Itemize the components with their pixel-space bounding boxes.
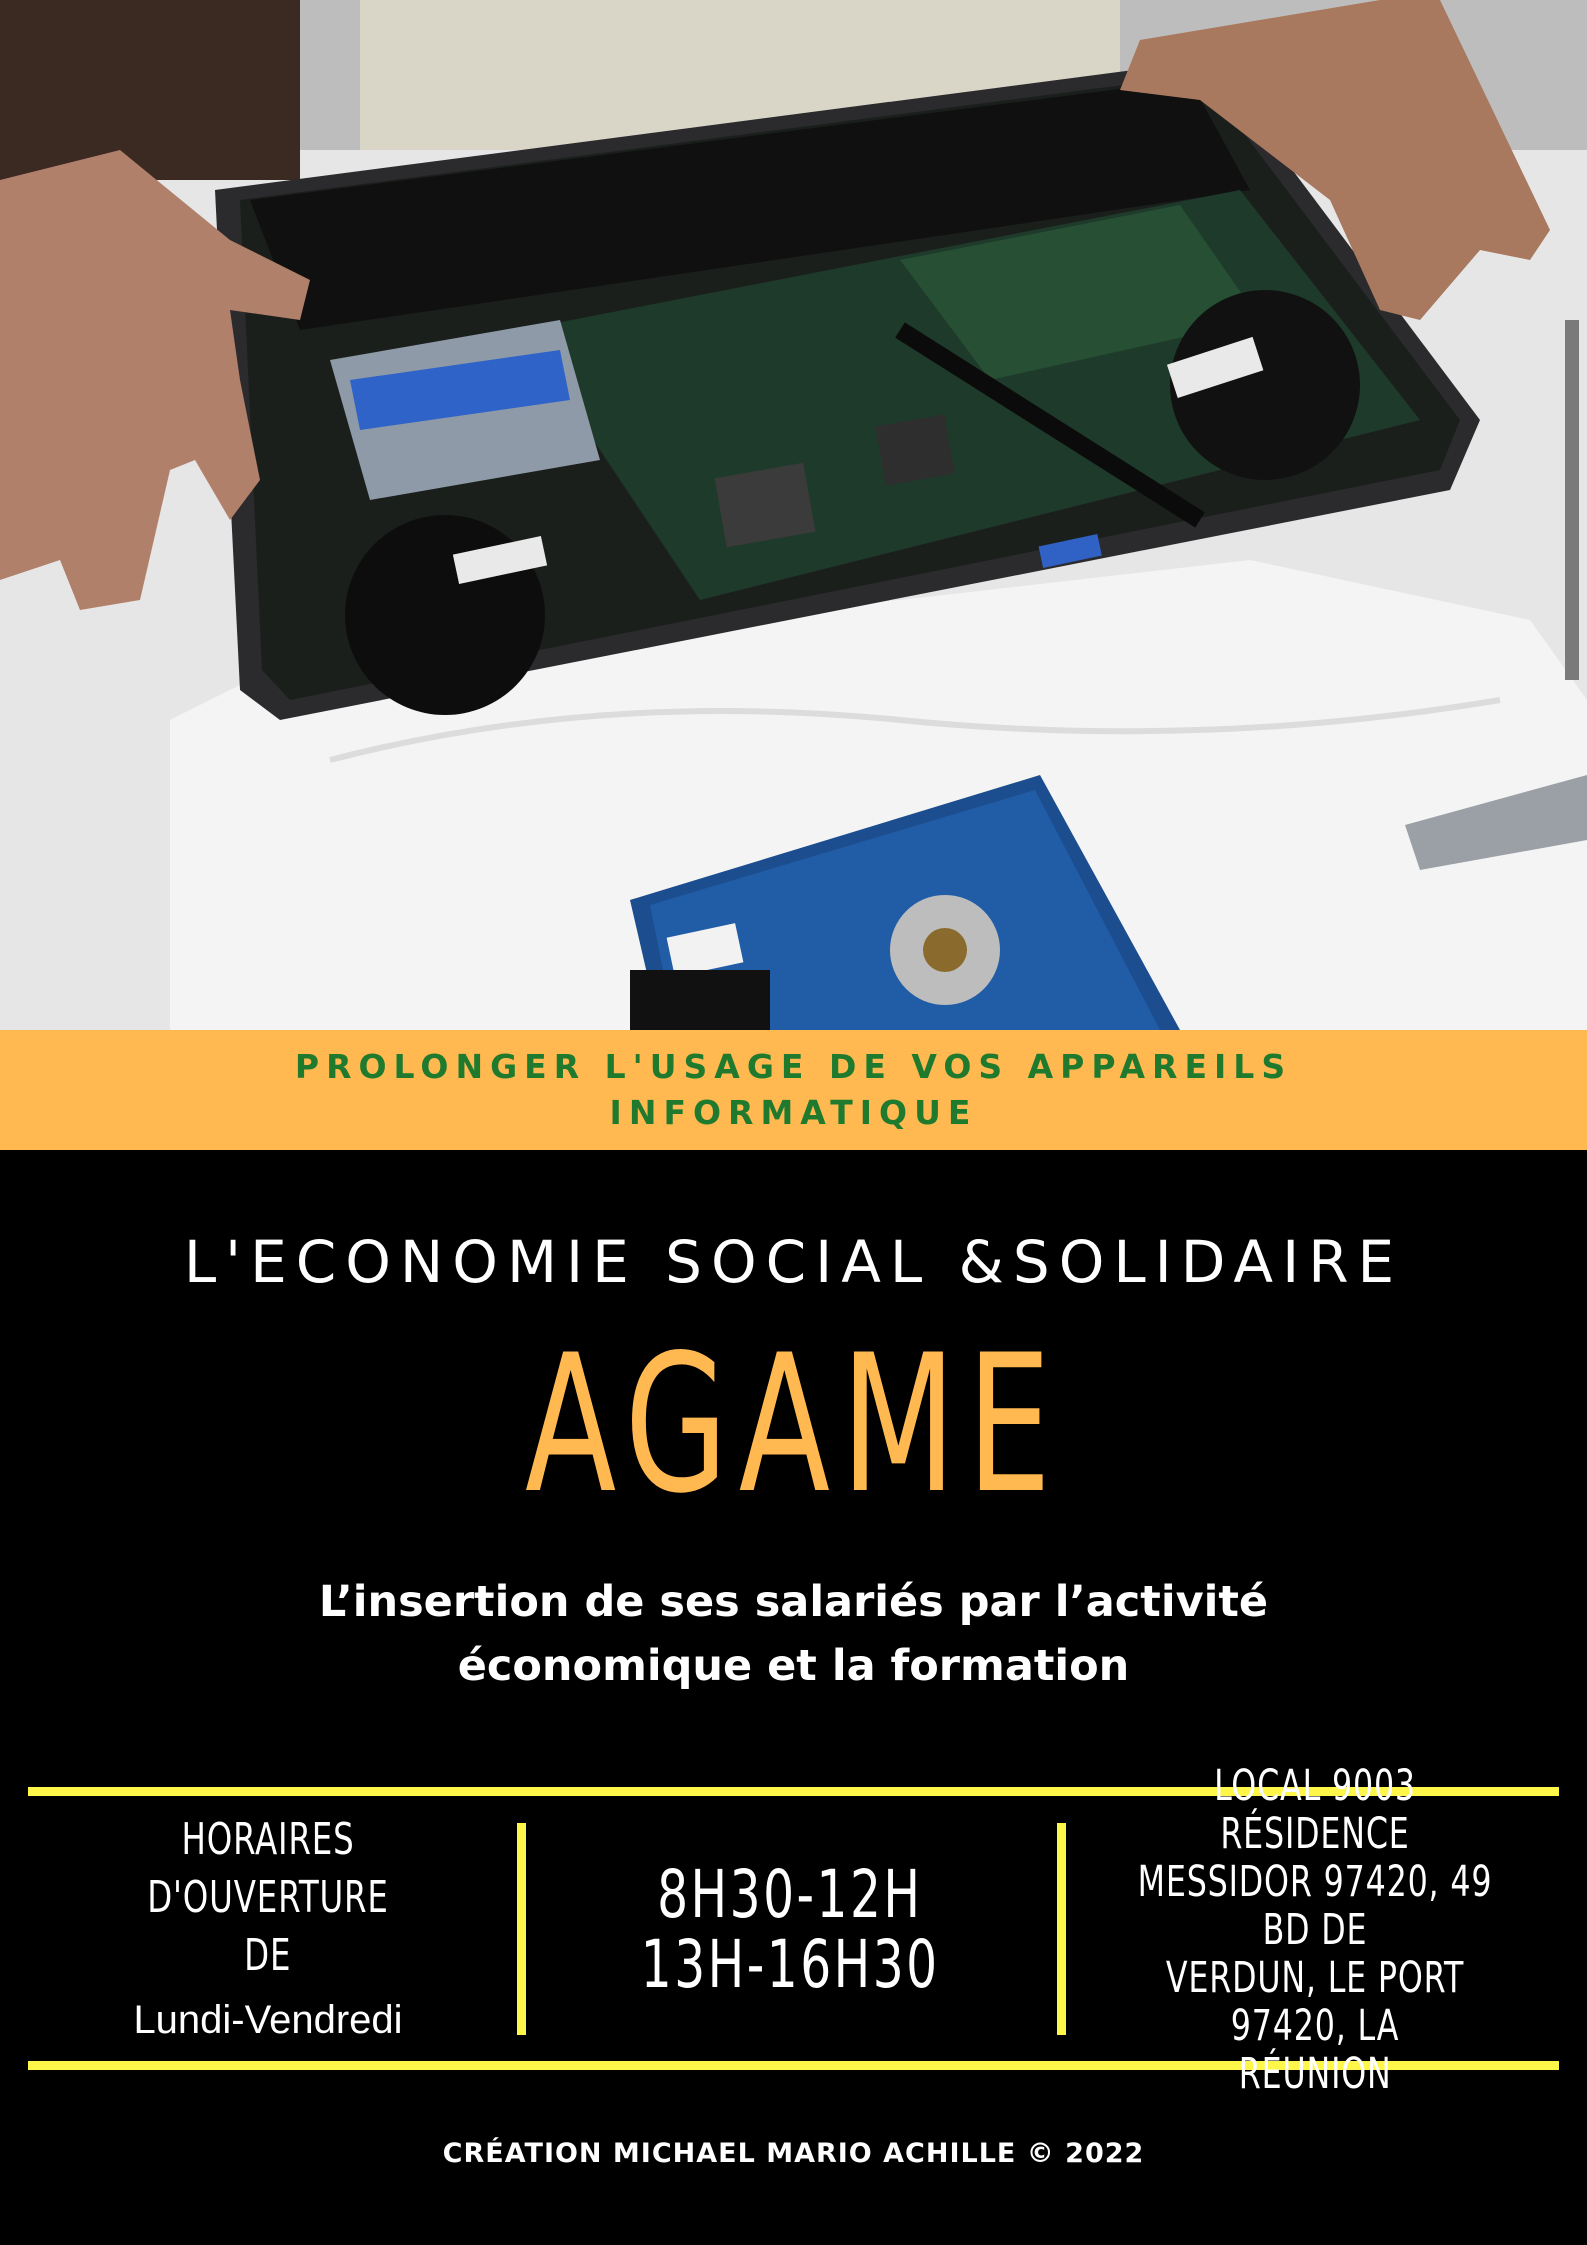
time-morning: 8H30-12H bbox=[657, 1856, 923, 1933]
banner-line-1: PROLONGER L'USAGE DE VOS APPAREILS bbox=[294, 1047, 1293, 1086]
subtitle: L'ECONOMIE SOCIAL &SOLIDAIRE bbox=[183, 1228, 1404, 1296]
info-divider-left bbox=[517, 1823, 526, 2035]
address-line-2: MESSIDOR 97420, 49 BD DE bbox=[1137, 1857, 1493, 1955]
address-line-3: VERDUN, LE PORT 97420, LA bbox=[1165, 1953, 1465, 2051]
tagline-line-1: L’insertion de ses salariés par l’activi… bbox=[318, 1577, 1269, 1627]
address-line-4: RÉUNION bbox=[1238, 2049, 1392, 2099]
banner-line-2: INFORMATIQUE bbox=[609, 1093, 978, 1132]
credit-footer: CRÉATION MICHAEL MARIO ACHILLE © 2022 bbox=[442, 2138, 1145, 2169]
tagline-line-2: économique et la formation bbox=[457, 1641, 1130, 1691]
opening-hours-label: HORAIRES D'OUVERTURE DE Lundi-Vendredi bbox=[28, 1800, 508, 2060]
hours-label-line-1: HORAIRES D'OUVERTURE bbox=[147, 1814, 389, 1923]
address: LOCAL 9003 RÉSIDENCE MESSIDOR 97420, 49 … bbox=[1070, 1762, 1560, 2098]
opening-days: Lundi-Vendredi bbox=[133, 1998, 403, 2042]
info-divider-right bbox=[1057, 1823, 1066, 2035]
hours-label-line-2: DE bbox=[244, 1930, 292, 1981]
tagline: L’insertion de ses salariés par l’activi… bbox=[0, 1570, 1587, 1698]
laptop-repair-illustration bbox=[0, 0, 1587, 1030]
address-line-1: LOCAL 9003 RÉSIDENCE bbox=[1214, 1761, 1416, 1859]
hero-photo bbox=[0, 0, 1587, 1030]
slogan-banner: PROLONGER L'USAGE DE VOS APPAREILS INFOR… bbox=[0, 1030, 1587, 1150]
organization-title: AGAME bbox=[525, 1314, 1062, 1535]
opening-times: 8H30-12H 13H-16H30 bbox=[530, 1800, 1050, 2060]
time-afternoon: 13H-16H30 bbox=[640, 1926, 940, 2003]
